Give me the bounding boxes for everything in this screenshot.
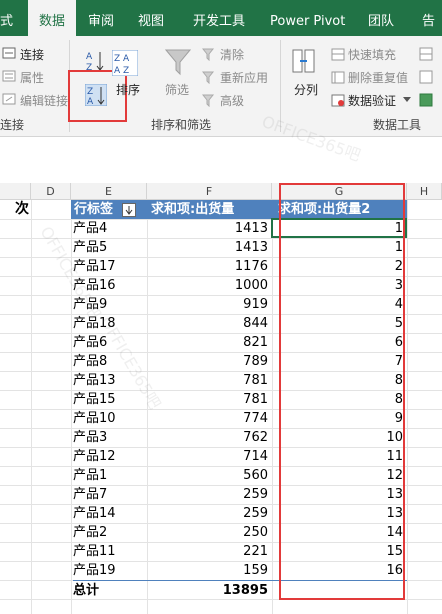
- sort-dialog-icon: Z A A Z: [112, 50, 138, 76]
- qty-cell[interactable]: 159: [147, 561, 272, 580]
- tab-developer[interactable]: 开发工具: [193, 0, 245, 36]
- qty-cell[interactable]: 1000: [147, 276, 272, 295]
- remove-duplicates-icon: [331, 71, 345, 84]
- column-header-d[interactable]: D: [31, 183, 71, 200]
- row-label-cell[interactable]: 产品2: [73, 523, 147, 542]
- qty-cell[interactable]: 821: [147, 333, 272, 352]
- properties-icon: [2, 70, 16, 82]
- qty-cell[interactable]: 250: [147, 523, 272, 542]
- properties-button[interactable]: 属性: [20, 69, 44, 86]
- pivot-header-row-labels[interactable]: 行标签: [71, 200, 147, 219]
- tab-team[interactable]: 团队: [368, 0, 394, 36]
- left-header-fragment: 次: [15, 201, 29, 217]
- flash-fill-icon: [331, 48, 345, 61]
- edit-links-button[interactable]: 编辑链接: [20, 92, 68, 109]
- tab-power-pivot[interactable]: Power Pivot: [270, 0, 345, 36]
- flash-fill-button[interactable]: 快速填充: [348, 46, 396, 63]
- advanced-button[interactable]: 高级: [220, 92, 244, 109]
- tab-view[interactable]: 视图: [138, 0, 164, 36]
- qty-cell[interactable]: 781: [147, 371, 272, 390]
- row-labels-header: 行标签: [74, 202, 114, 217]
- svg-text:Z A: Z A: [114, 54, 130, 64]
- row-label-cell[interactable]: 产品14: [73, 504, 147, 523]
- qty-cell[interactable]: 844: [147, 314, 272, 333]
- qty-cell[interactable]: 789: [147, 352, 272, 371]
- qty-cell[interactable]: 1176: [147, 257, 272, 276]
- row-label-cell[interactable]: 产品10: [73, 409, 147, 428]
- qty-cell[interactable]: 714: [147, 447, 272, 466]
- ribbon-body: 连接 属性 编辑链接 连接 A Z Z A Z A A Z 排序 筛选 清除 重…: [0, 36, 442, 137]
- svg-text:A Z: A Z: [114, 66, 129, 76]
- sort-filter-group-label: 排序和筛选: [151, 118, 212, 132]
- row-label-cell[interactable]: 产品12: [73, 447, 147, 466]
- grid-column-line: [31, 200, 32, 614]
- connections-icon: [2, 47, 16, 59]
- row-label-cell[interactable]: 产品11: [73, 542, 147, 561]
- sort-button[interactable]: 排序: [116, 81, 140, 98]
- qty-cell[interactable]: 762: [147, 428, 272, 447]
- manage-data-model-icon[interactable]: [419, 93, 433, 107]
- clear-filter-icon: [202, 48, 215, 61]
- text-to-columns-icon[interactable]: [292, 48, 316, 76]
- tab-tell-me[interactable]: 告: [422, 0, 435, 36]
- advanced-filter-icon: [202, 94, 215, 107]
- qty-cell[interactable]: 1413: [147, 238, 272, 257]
- row-label-cell[interactable]: 产品3: [73, 428, 147, 447]
- connections-button[interactable]: 连接: [20, 46, 44, 63]
- tab-review[interactable]: 审阅: [88, 0, 114, 36]
- row-label-cell[interactable]: 产品7: [73, 485, 147, 504]
- formula-bar-area: OFFICE365吧: [0, 112, 442, 184]
- sort-ascending-icon[interactable]: A Z: [86, 50, 106, 72]
- row-label-cell[interactable]: 产品4: [73, 219, 147, 238]
- remove-duplicates-button[interactable]: 删除重复值: [348, 69, 408, 86]
- total-label: 总计: [73, 580, 147, 599]
- relationships-icon[interactable]: [419, 70, 433, 84]
- column-header-c[interactable]: [0, 183, 31, 200]
- data-validation-button[interactable]: 数据验证: [348, 92, 396, 109]
- connections-group-label: 连接: [0, 118, 25, 132]
- qty-cell[interactable]: 1413: [147, 219, 272, 238]
- column-header-f[interactable]: F: [147, 183, 272, 200]
- highlight-box-rank-column: [279, 183, 405, 600]
- filter-dropdown-icon[interactable]: [121, 202, 136, 217]
- filter-icon[interactable]: [165, 48, 191, 76]
- qty-cell[interactable]: 221: [147, 542, 272, 561]
- filter-button[interactable]: 筛选: [165, 81, 189, 98]
- reapply-icon: [202, 71, 215, 84]
- reapply-button[interactable]: 重新应用: [220, 69, 268, 86]
- column-header-h[interactable]: H: [407, 183, 442, 200]
- tab-data[interactable]: 数据: [28, 0, 76, 38]
- worksheet-grid[interactable]: 次 行标签 求和项:出货量 求和项:出货量2 产品4 1413 1 产品5 1413 1 产…: [0, 183, 442, 614]
- consolidate-icon[interactable]: [419, 47, 433, 61]
- row-label-cell[interactable]: 产品1: [73, 466, 147, 485]
- text-to-columns-button[interactable]: 分列: [294, 81, 318, 98]
- qty-cell[interactable]: 919: [147, 295, 272, 314]
- total-qty: 13895: [147, 580, 272, 599]
- qty-cell[interactable]: 259: [147, 504, 272, 523]
- ribbon-tab-bar: 式 数据 审阅 视图 开发工具 Power Pivot 团队 告: [0, 0, 442, 38]
- data-tools-group-label: 数据工具: [373, 118, 422, 132]
- tab-formulas[interactable]: 式: [0, 0, 13, 36]
- svg-text:A: A: [86, 52, 93, 62]
- row-label-cell[interactable]: 产品5: [73, 238, 147, 257]
- data-validation-icon: [331, 94, 345, 107]
- qty-cell[interactable]: 774: [147, 409, 272, 428]
- clear-button[interactable]: 清除: [220, 46, 244, 63]
- row-label-cell[interactable]: 产品19: [73, 561, 147, 580]
- pivot-header-sum-qty[interactable]: 求和项:出货量: [147, 200, 272, 219]
- qty-cell[interactable]: 560: [147, 466, 272, 485]
- chevron-down-icon[interactable]: [403, 97, 411, 103]
- qty-cell[interactable]: 259: [147, 485, 272, 504]
- edit-links-icon: [2, 93, 16, 105]
- grid-column-line: [407, 200, 408, 614]
- column-header-e[interactable]: E: [71, 183, 147, 200]
